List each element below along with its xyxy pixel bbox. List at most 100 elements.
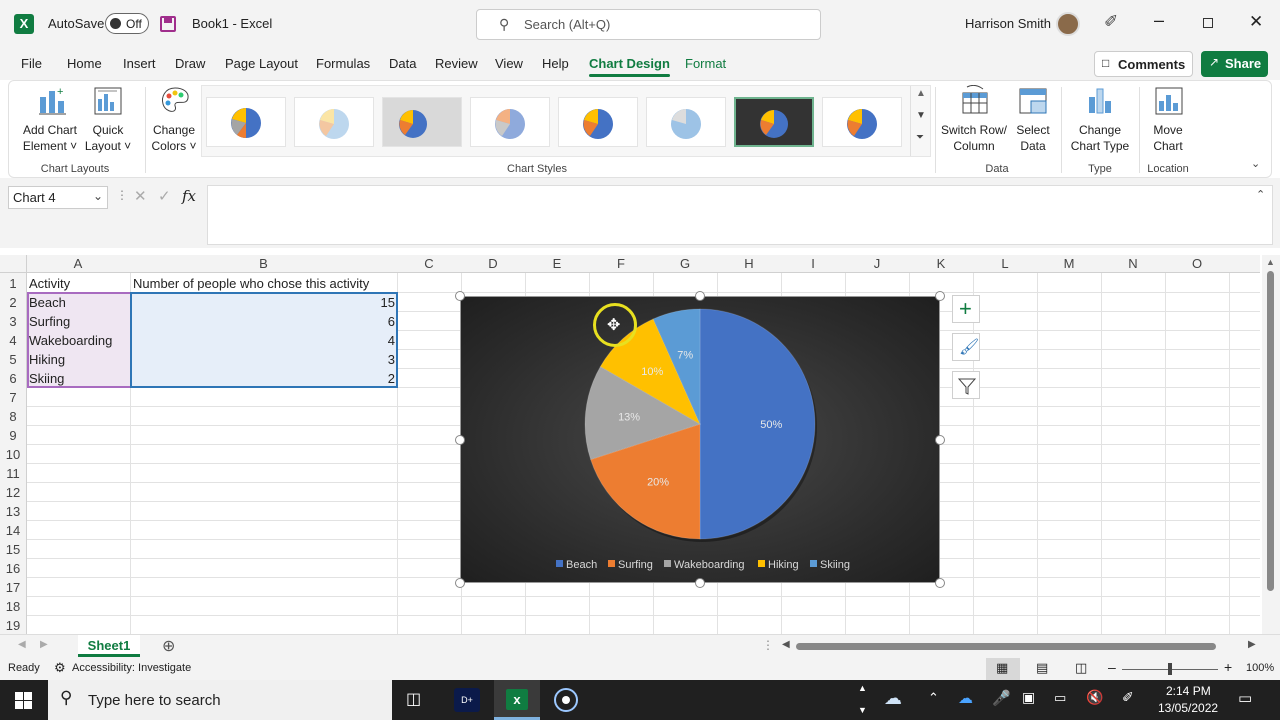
designer-pen-icon[interactable]: ✐ xyxy=(1104,12,1118,32)
cell-a1[interactable]: Activity xyxy=(26,274,130,293)
scroll-up-icon[interactable]: ▲ xyxy=(1266,257,1275,267)
row-header-16[interactable]: 16 xyxy=(0,559,26,578)
pie-chart[interactable]: 50% 20% 13% 10% 7% Beach Surfing Wakeboarding Hi… xyxy=(460,296,940,583)
avatar[interactable] xyxy=(1056,12,1080,36)
legend-item-skiing[interactable]: Skiing xyxy=(810,559,850,571)
tab-view[interactable]: View xyxy=(495,56,523,71)
chart-style-1[interactable] xyxy=(206,97,286,147)
column-header-c[interactable]: C xyxy=(397,255,461,273)
tab-file[interactable]: File xyxy=(21,56,42,71)
gallery-more-icon[interactable]: ⏷ xyxy=(916,132,924,143)
chart-resize-handle-tl[interactable] xyxy=(455,291,465,301)
switch-row-column-button[interactable]: Switch Row/Column xyxy=(939,85,1009,157)
formula-input[interactable] xyxy=(207,185,1273,245)
column-header-f[interactable]: F xyxy=(589,255,653,273)
row-header-5[interactable]: 5 xyxy=(0,350,26,369)
taskbar-scroll-down-icon[interactable]: ▼ xyxy=(858,705,867,715)
tab-data[interactable]: Data xyxy=(389,56,416,71)
chart-style-4[interactable] xyxy=(470,97,550,147)
horizontal-scroll-thumb[interactable] xyxy=(796,643,1216,650)
add-sheet-icon[interactable]: ⊕ xyxy=(162,636,175,656)
row-header-19[interactable]: 19 xyxy=(0,616,26,635)
row-header-4[interactable]: 4 xyxy=(0,331,26,350)
cell-b6[interactable]: 2 xyxy=(130,369,398,388)
tab-chart-design[interactable]: Chart Design xyxy=(589,56,670,77)
save-icon[interactable] xyxy=(160,16,176,32)
hscroll-right-icon[interactable]: ▶ xyxy=(1248,639,1256,650)
accessibility-icon[interactable]: ⚙ xyxy=(54,660,66,676)
volume-muted-icon[interactable]: 🔇 xyxy=(1086,689,1103,706)
chart-filters-button[interactable] xyxy=(952,371,980,399)
row-header-1[interactable]: 1 xyxy=(0,274,26,293)
cell-a2[interactable]: Beach xyxy=(26,293,130,312)
row-header-9[interactable]: 9 xyxy=(0,426,26,445)
tab-page-layout[interactable]: Page Layout xyxy=(225,56,298,71)
vertical-scroll-thumb[interactable] xyxy=(1267,271,1274,591)
taskbar-search-box[interactable]: ⚲ Type here to search xyxy=(48,680,392,720)
cell-a5[interactable]: Hiking xyxy=(26,350,130,369)
disney-plus-icon[interactable]: D+ xyxy=(454,688,480,712)
normal-view-button[interactable]: ▦ xyxy=(986,658,1020,680)
confirm-formula-icon[interactable]: ✓ xyxy=(158,187,171,205)
row-header-2[interactable]: 2 xyxy=(0,293,26,312)
column-header-k[interactable]: K xyxy=(909,255,973,273)
search-box[interactable]: ⚲ Search (Alt+Q) xyxy=(476,9,821,40)
column-header-b[interactable]: B xyxy=(130,255,397,273)
zoom-out-icon[interactable]: – xyxy=(1108,659,1116,675)
select-data-button[interactable]: Select Data xyxy=(1009,85,1057,157)
tab-help[interactable]: Help xyxy=(542,56,569,71)
sheet-tab-sheet1[interactable]: Sheet1 xyxy=(78,635,140,657)
row-header-7[interactable]: 7 xyxy=(0,388,26,407)
task-view-icon[interactable]: ◫ xyxy=(406,689,421,709)
chart-style-8[interactable] xyxy=(822,97,902,147)
gallery-up-icon[interactable]: ▲ xyxy=(916,88,926,99)
hscroll-left-icon[interactable]: ◀ xyxy=(782,639,790,650)
zoom-in-icon[interactable]: + xyxy=(1224,659,1232,675)
tab-format[interactable]: Format xyxy=(685,56,726,71)
add-chart-element-button[interactable]: + Add Chart Element ˅ xyxy=(17,85,83,157)
gallery-down-icon[interactable]: ▼ xyxy=(916,110,926,121)
meet-now-icon[interactable]: ▣ xyxy=(1022,689,1035,706)
legend-item-surfing[interactable]: Surfing xyxy=(608,559,653,571)
vertical-scrollbar[interactable]: ▲ xyxy=(1262,255,1280,635)
row-header-6[interactable]: 6 xyxy=(0,369,26,388)
change-colors-button[interactable]: Change Colors ˅ xyxy=(149,85,199,157)
chart-resize-handle-bl[interactable] xyxy=(455,578,465,588)
name-box[interactable]: Chart 4 ⌄ xyxy=(8,186,108,209)
collapse-formula-bar-icon[interactable]: ⌃ xyxy=(1256,188,1265,201)
chart-resize-handle-bc[interactable] xyxy=(695,578,705,588)
column-header-n[interactable]: N xyxy=(1101,255,1165,273)
column-header-o[interactable]: O xyxy=(1165,255,1229,273)
notifications-icon[interactable]: ▭ xyxy=(1238,689,1252,707)
chart-style-5[interactable] xyxy=(558,97,638,147)
chart-style-2[interactable] xyxy=(294,97,374,147)
minimize-icon[interactable]: – xyxy=(1154,10,1164,31)
chart-resize-handle-ml[interactable] xyxy=(455,435,465,445)
pen-icon[interactable]: ✐ xyxy=(1122,689,1134,706)
column-header-j[interactable]: J xyxy=(845,255,909,273)
column-header-g[interactable]: G xyxy=(653,255,717,273)
quick-layout-button[interactable]: Quick Layout ˅ xyxy=(83,85,133,157)
taskbar-scroll-up-icon[interactable]: ▲ xyxy=(858,683,867,693)
change-chart-type-button[interactable]: Change Chart Type xyxy=(1067,85,1133,157)
chart-resize-handle-mr[interactable] xyxy=(935,435,945,445)
row-header-15[interactable]: 15 xyxy=(0,540,26,559)
page-layout-view-icon[interactable]: ▤ xyxy=(1036,660,1048,676)
move-chart-button[interactable]: Move Chart xyxy=(1143,85,1193,157)
row-header-14[interactable]: 14 xyxy=(0,521,26,540)
close-icon[interactable]: ✕ xyxy=(1249,12,1263,32)
tab-draw[interactable]: Draw xyxy=(175,56,205,71)
microphone-icon[interactable]: 🎤 xyxy=(992,689,1011,707)
cell-a3[interactable]: Surfing xyxy=(26,312,130,331)
onedrive-icon[interactable]: ☁ xyxy=(958,689,973,707)
legend-item-beach[interactable]: Beach xyxy=(556,559,597,571)
zoom-level[interactable]: 100% xyxy=(1246,662,1274,674)
cell-a6[interactable]: Skiing xyxy=(26,369,130,388)
cell-b5[interactable]: 3 xyxy=(130,350,398,369)
clock-date[interactable]: 13/05/2022 xyxy=(1158,701,1218,715)
cell-b4[interactable]: 4 xyxy=(130,331,398,350)
column-header-i[interactable]: I xyxy=(781,255,845,273)
formula-bar-menu-icon[interactable]: ⋮ xyxy=(116,188,128,202)
insert-function-icon[interactable]: fx xyxy=(182,187,196,205)
cancel-formula-icon[interactable]: ✕ xyxy=(134,187,147,205)
